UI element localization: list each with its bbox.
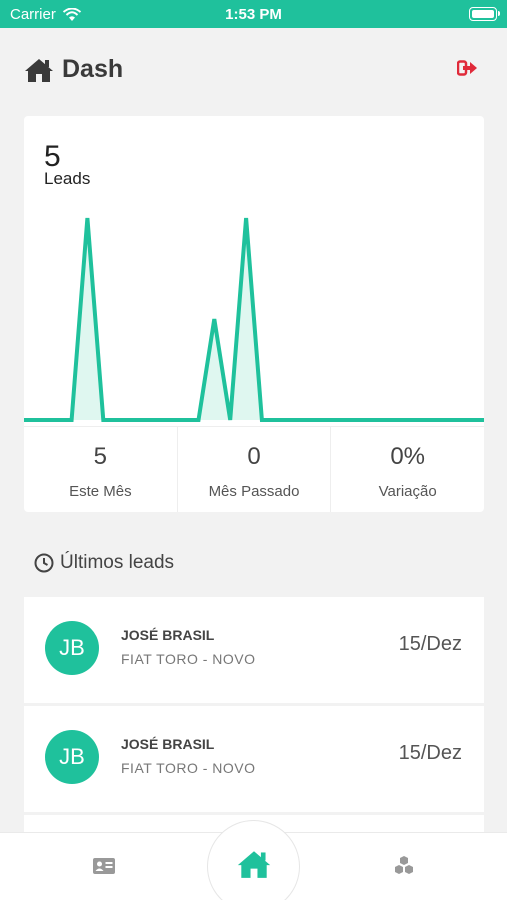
stat-label: Variação xyxy=(378,483,437,500)
lead-item[interactable]: JB JOSÉ BRASIL FIAT TORO - NOVO 15/Dez xyxy=(24,706,484,812)
lead-name: JOSÉ BRASIL xyxy=(121,627,215,643)
stat-label: Mês Passado xyxy=(208,483,300,500)
page-title: Dash xyxy=(62,55,124,83)
clock-icon xyxy=(34,553,54,573)
leads-count: 5 xyxy=(44,140,61,173)
status-time: 1:53 PM xyxy=(225,6,282,23)
logout-button[interactable] xyxy=(456,60,479,81)
home-icon xyxy=(237,851,270,878)
stat-label: Este Mês xyxy=(69,483,132,500)
id-card-icon xyxy=(93,858,115,874)
lead-date: 15/Dez xyxy=(398,633,462,655)
home-icon xyxy=(25,58,53,82)
stat-value: 0 xyxy=(247,443,261,470)
lead-vehicle: FIAT TORO - NOVO xyxy=(121,760,256,776)
avatar: JB xyxy=(45,621,99,675)
tab-contacts[interactable] xyxy=(92,857,116,880)
battery-icon xyxy=(469,7,500,21)
stat-variation: 0% Variação xyxy=(331,427,484,512)
status-bar: Carrier 1:53 PM xyxy=(0,0,507,28)
stat-last-month: 0 Mês Passado xyxy=(178,427,332,512)
leads-summary-card: 5 Leads 5 Este Mês 0 Mês Passado 0% Vari… xyxy=(24,116,484,512)
page-header: Dash xyxy=(24,55,123,84)
lead-item[interactable]: JB JOSÉ BRASIL FIAT TORO - NOVO 15/Dez xyxy=(24,597,484,703)
lead-date: 15/Dez xyxy=(398,742,462,764)
recent-leads-header: Últimos leads xyxy=(34,552,174,574)
stat-this-month: 5 Este Mês xyxy=(24,427,178,512)
leads-chart xyxy=(24,217,484,422)
cubes-icon xyxy=(395,856,413,874)
recent-leads-title: Últimos leads xyxy=(60,552,175,573)
stat-value: 0% xyxy=(390,443,426,470)
stats-row: 5 Este Mês 0 Mês Passado 0% Variação xyxy=(24,426,484,512)
leads-count-label: Leads xyxy=(44,169,91,188)
sign-out-icon xyxy=(456,60,477,76)
lead-name: JOSÉ BRASIL xyxy=(121,736,215,752)
lead-vehicle: FIAT TORO - NOVO xyxy=(121,651,256,667)
avatar: JB xyxy=(45,730,99,784)
stat-value: 5 xyxy=(93,443,108,470)
tab-products[interactable] xyxy=(393,855,415,880)
